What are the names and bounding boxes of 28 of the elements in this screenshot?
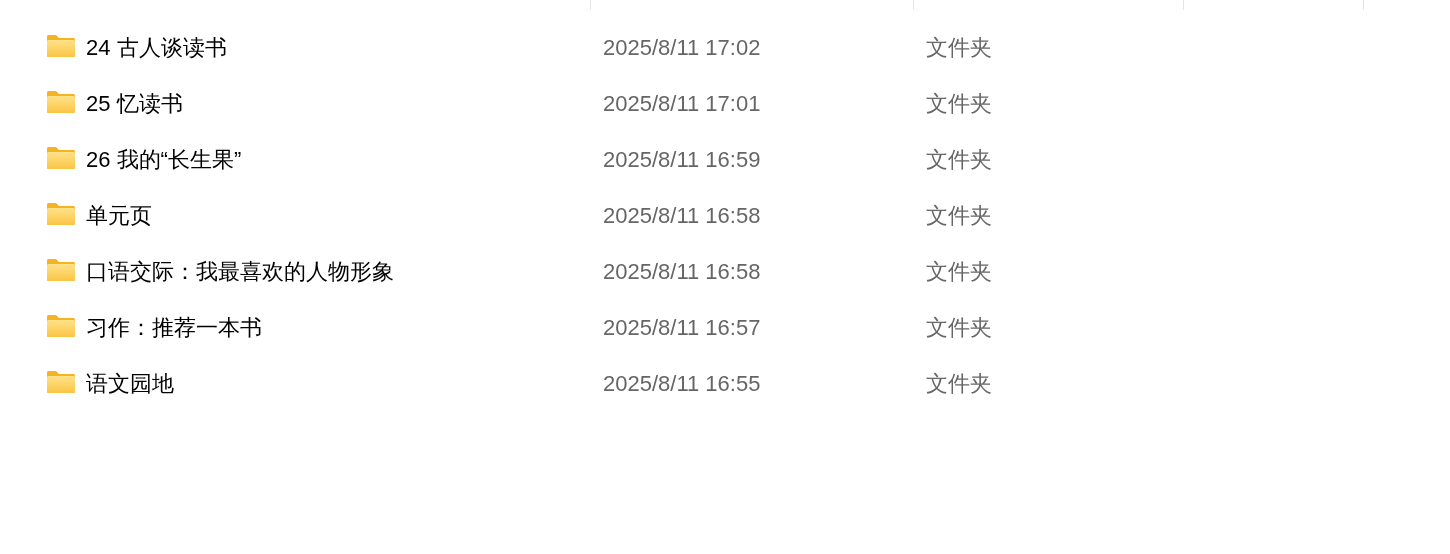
file-name[interactable]: 26 我的“长生果” bbox=[86, 145, 242, 175]
file-name[interactable]: 语文园地 bbox=[86, 369, 174, 399]
file-type: 文件夹 bbox=[926, 315, 992, 340]
folder-icon bbox=[47, 147, 75, 169]
file-type: 文件夹 bbox=[926, 259, 992, 284]
date-modified: 2025/8/11 16:55 bbox=[603, 371, 761, 396]
date-modified: 2025/8/11 16:58 bbox=[603, 259, 761, 284]
date-modified: 2025/8/11 17:02 bbox=[603, 35, 761, 60]
folder-icon bbox=[47, 91, 75, 113]
file-type: 文件夹 bbox=[926, 147, 992, 172]
folder-icon bbox=[47, 371, 75, 393]
file-type: 文件夹 bbox=[926, 203, 992, 228]
file-type: 文件夹 bbox=[926, 91, 992, 116]
folder-icon bbox=[47, 259, 75, 281]
file-name[interactable]: 25 忆读书 bbox=[86, 89, 183, 119]
file-name[interactable]: 习作：推荐一本书 bbox=[86, 313, 262, 343]
folder-icon bbox=[47, 315, 75, 337]
file-type: 文件夹 bbox=[926, 35, 992, 60]
date-modified: 2025/8/11 16:57 bbox=[603, 315, 761, 340]
date-modified: 2025/8/11 16:59 bbox=[603, 147, 761, 172]
file-name[interactable]: 单元页 bbox=[86, 201, 152, 231]
folder-icon bbox=[47, 203, 75, 225]
date-modified: 2025/8/11 17:01 bbox=[603, 91, 761, 116]
date-modified: 2025/8/11 16:58 bbox=[603, 203, 761, 228]
file-name[interactable]: 口语交际：我最喜欢的人物形象 bbox=[86, 257, 394, 287]
file-type: 文件夹 bbox=[926, 371, 992, 396]
folder-icon bbox=[47, 35, 75, 57]
file-name[interactable]: 24 古人谈读书 bbox=[86, 33, 227, 63]
